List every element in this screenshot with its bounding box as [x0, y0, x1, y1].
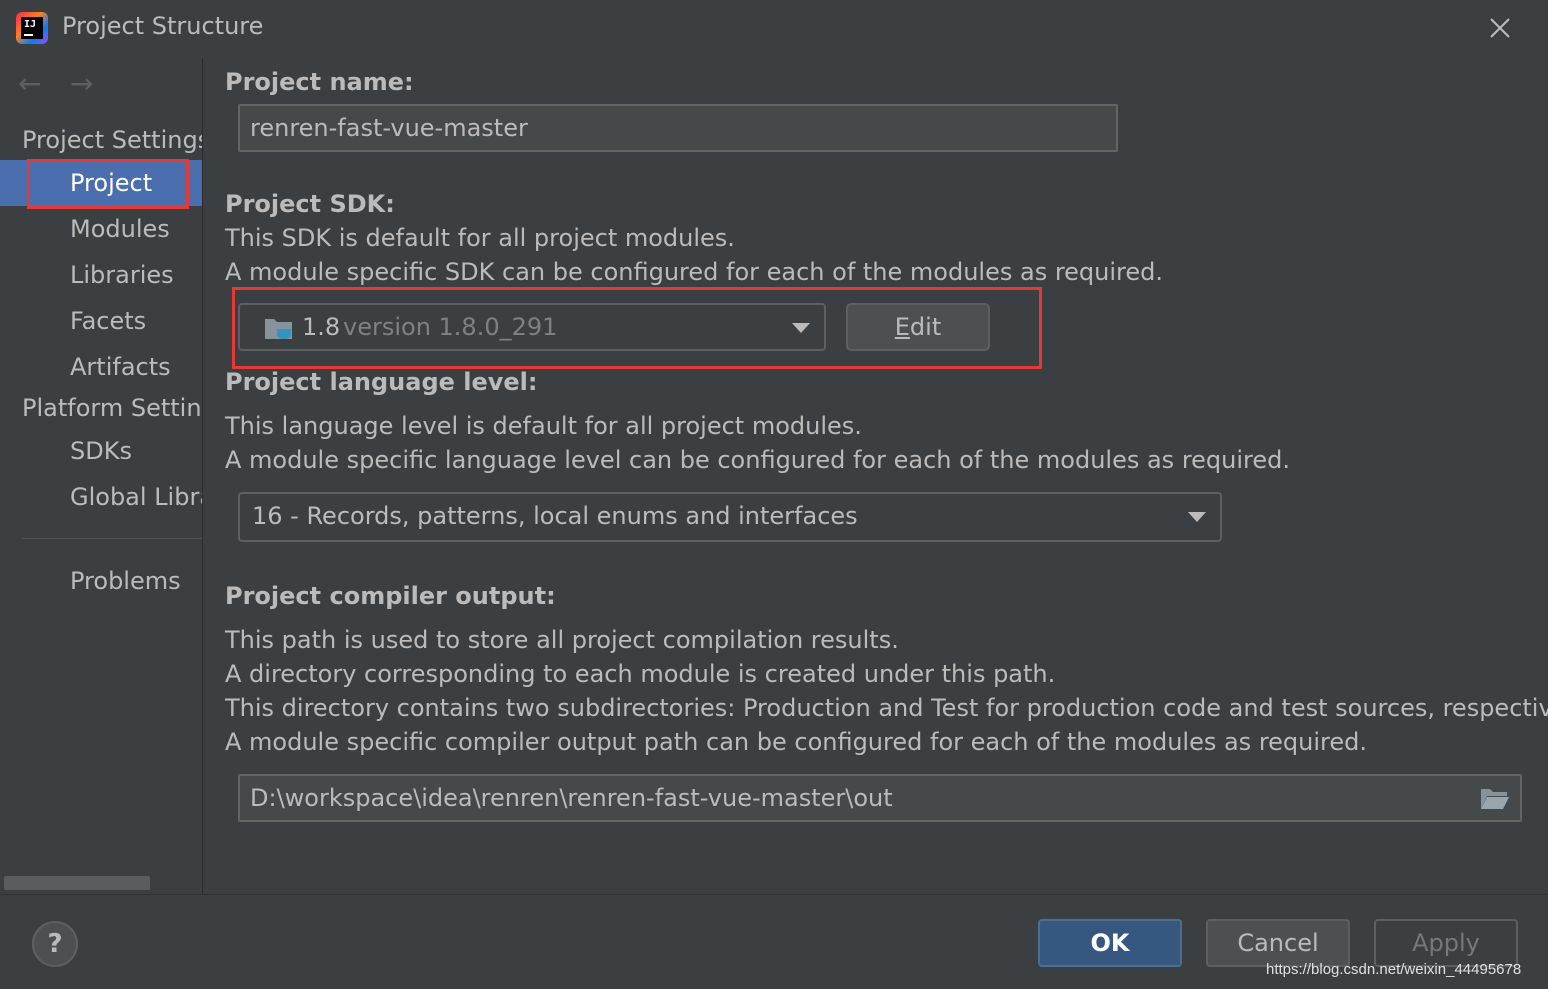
language-level-desc-2: A module specific language level can be …	[225, 446, 1290, 474]
sidebar-item-global-libraries[interactable]: Global Libraries	[0, 474, 202, 520]
project-sdk-label: Project SDK:	[225, 190, 395, 218]
sidebar-item-problems[interactable]: Problems	[0, 558, 202, 604]
annotation-highlight-project	[27, 159, 189, 209]
compiler-output-desc-1: This path is used to store all project c…	[225, 626, 899, 654]
sidebar-item-sdks[interactable]: SDKs	[0, 428, 202, 474]
ok-button[interactable]: OK	[1038, 919, 1182, 967]
compiler-output-desc-2: A directory corresponding to each module…	[225, 660, 1056, 688]
compiler-output-path: D:\workspace\idea\renren\renren-fast-vue…	[250, 784, 893, 812]
project-settings-panel: Project name: renren-fast-vue-master Pro…	[204, 58, 1548, 894]
language-level-select[interactable]: 16 - Records, patterns, local enums and …	[238, 492, 1222, 542]
folder-open-icon[interactable]	[1480, 786, 1510, 810]
project-sdk-desc-1: This SDK is default for all project modu…	[225, 224, 735, 252]
compiler-output-path-input[interactable]: D:\workspace\idea\renren\renren-fast-vue…	[238, 774, 1522, 822]
sidebar-scrollbar[interactable]	[4, 876, 150, 890]
group-platform-settings: Platform Settings	[22, 394, 202, 422]
sidebar-item-artifacts[interactable]: Artifacts	[0, 344, 202, 390]
project-name-label: Project name:	[225, 68, 414, 96]
cancel-button[interactable]: Cancel	[1206, 919, 1350, 967]
apply-button[interactable]: Apply	[1374, 919, 1518, 967]
forward-arrow-icon[interactable]: →	[70, 70, 93, 98]
close-icon[interactable]	[1486, 14, 1514, 42]
group-project-settings: Project Settings	[22, 126, 203, 154]
language-level-desc-1: This language level is default for all p…	[225, 412, 862, 440]
compiler-output-label: Project compiler output:	[225, 582, 556, 610]
back-arrow-icon[interactable]: ←	[18, 70, 41, 98]
compiler-output-desc-3: This directory contains two subdirectori…	[225, 694, 1548, 722]
help-icon[interactable]: ?	[32, 921, 78, 967]
title-bar: IJ Project Structure	[0, 0, 1548, 58]
sidebar-item-facets[interactable]: Facets	[0, 298, 202, 344]
sidebar-divider	[22, 538, 202, 539]
annotation-highlight-sdk	[232, 287, 1042, 369]
project-sdk-desc-2: A module specific SDK can be configured …	[225, 258, 1164, 286]
language-level-value: 16 - Records, patterns, local enums and …	[252, 502, 858, 530]
compiler-output-desc-4: A module specific compiler output path c…	[225, 728, 1368, 756]
window-title: Project Structure	[62, 12, 264, 40]
sidebar-item-modules[interactable]: Modules	[0, 206, 202, 252]
watermark: https://blog.csdn.net/weixin_44495678	[1266, 961, 1522, 978]
language-level-label: Project language level:	[225, 368, 538, 396]
intellij-logo-icon: IJ	[16, 12, 48, 44]
sidebar-item-libraries[interactable]: Libraries	[0, 252, 202, 298]
dialog-footer: ? OK Cancel Apply https://blog.csdn.net/…	[0, 894, 1548, 989]
sidebar: ← → Project Settings Project Modules Lib…	[0, 58, 203, 894]
chevron-down-icon	[1188, 512, 1206, 522]
project-name-input[interactable]: renren-fast-vue-master	[238, 104, 1118, 152]
